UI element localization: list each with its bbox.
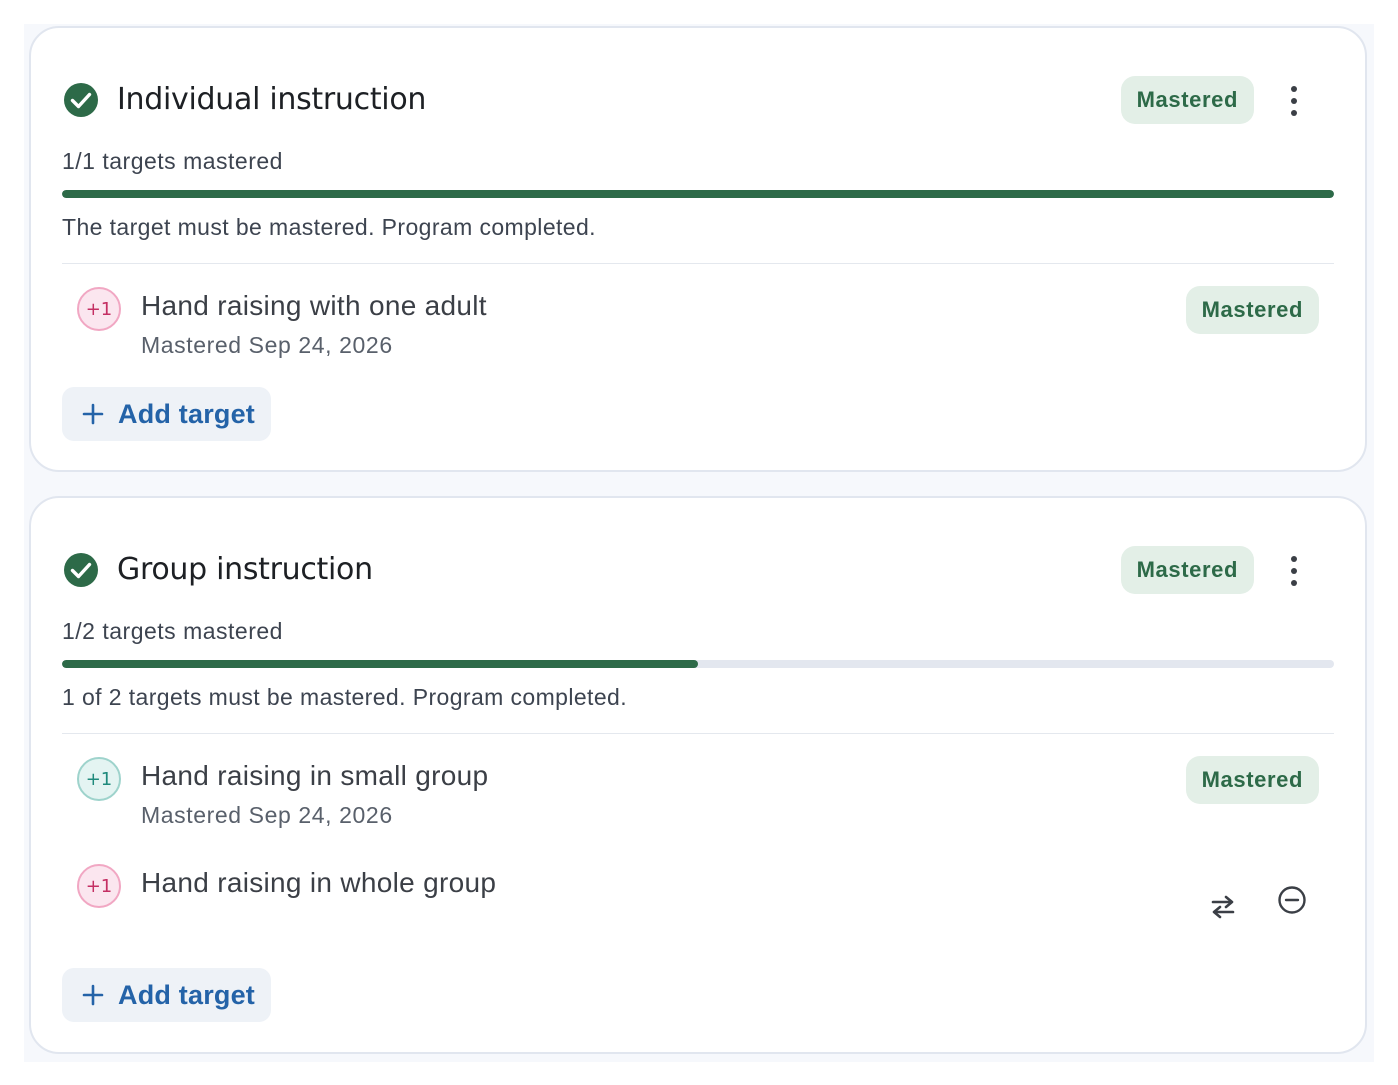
progress-bar-fill	[62, 660, 698, 668]
status-badge: Mastered	[1120, 546, 1254, 594]
check-circle-icon	[64, 553, 98, 587]
add-target-button[interactable]: Add target	[62, 968, 271, 1022]
target-status-badge: Mastered	[1185, 286, 1319, 334]
progress-label: 1/2 targets mastered	[62, 618, 283, 644]
plus-icon	[82, 984, 104, 1006]
status-badge: Mastered	[1120, 76, 1254, 124]
programs-panel: Individual instruction Mastered 1/1 targ…	[24, 24, 1374, 1062]
target-status-badge: Mastered	[1185, 756, 1319, 804]
target-row[interactable]: +1 Hand raising in whole group	[77, 863, 1319, 943]
divider	[62, 263, 1334, 264]
program-card-group: Group instruction Mastered 1/2 targets m…	[29, 496, 1367, 1054]
swap-icon[interactable]	[1207, 893, 1239, 921]
target-row[interactable]: +1 Hand raising in small group Mastered …	[77, 756, 1319, 836]
program-title: Individual instruction	[117, 82, 427, 117]
target-row[interactable]: +1 Hand raising with one adult Mastered …	[77, 286, 1319, 366]
progress-bar	[62, 660, 1334, 668]
more-options-icon[interactable]	[1284, 84, 1304, 118]
program-card-individual: Individual instruction Mastered 1/1 targ…	[29, 26, 1367, 472]
add-target-label: Add target	[118, 399, 255, 429]
plus-one-badge: +1	[77, 287, 121, 331]
plus-one-badge: +1	[77, 757, 121, 801]
program-title: Group instruction	[117, 552, 373, 587]
progress-bar-fill	[62, 190, 1334, 198]
add-target-button[interactable]: Add target	[62, 387, 271, 441]
program-header: Individual instruction Mastered	[62, 72, 1334, 128]
program-header: Group instruction Mastered	[62, 542, 1334, 598]
progress-label: 1/1 targets mastered	[62, 148, 283, 174]
check-circle-icon	[64, 83, 98, 117]
mastery-criteria: 1 of 2 targets must be mastered. Program…	[62, 684, 627, 710]
plus-icon	[82, 403, 104, 425]
more-options-icon[interactable]	[1284, 554, 1304, 588]
plus-one-badge: +1	[77, 864, 121, 908]
remove-circle-icon[interactable]	[1277, 885, 1307, 915]
target-mastered-date: Mastered Sep 24, 2026	[141, 332, 393, 358]
progress-bar	[62, 190, 1334, 198]
add-target-label: Add target	[118, 980, 255, 1010]
target-name: Hand raising in small group	[141, 760, 489, 791]
divider	[62, 733, 1334, 734]
mastery-criteria: The target must be mastered. Program com…	[62, 214, 596, 240]
target-name: Hand raising with one adult	[141, 290, 487, 321]
target-name: Hand raising in whole group	[141, 867, 497, 898]
target-mastered-date: Mastered Sep 24, 2026	[141, 802, 393, 828]
